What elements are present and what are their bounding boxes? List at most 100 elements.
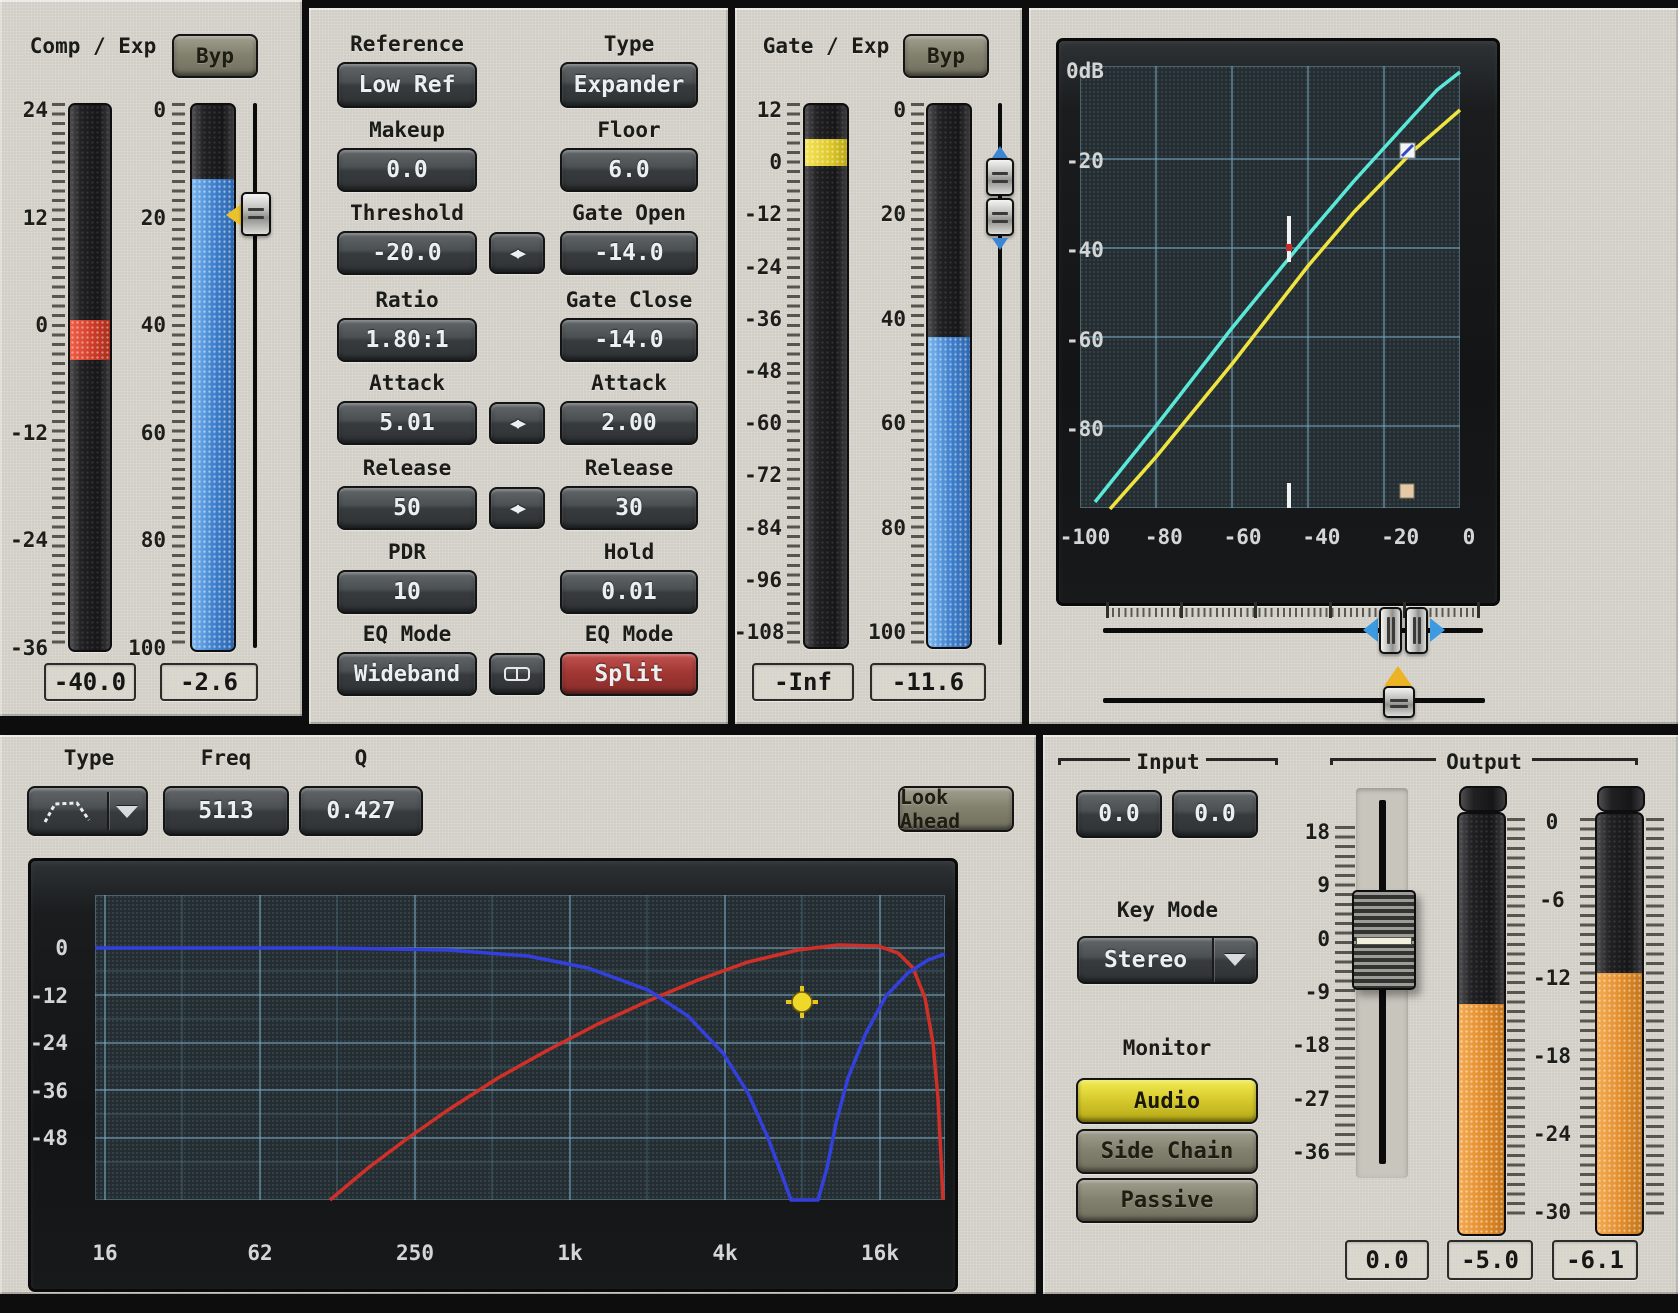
attack-link-button[interactable]: ◀▶	[489, 402, 545, 444]
meter-right-readout: -6.1	[1552, 1240, 1638, 1280]
transfer-curve-yellow	[1110, 110, 1460, 509]
transfer-x-labels: -100 -80 -60 -40 -20 0	[1056, 526, 1488, 552]
makeup-label: Makeup	[337, 118, 477, 142]
scale-label: -12	[4, 422, 48, 444]
fader-scale: 18 9 0 -9 -18 -27 -36	[1290, 821, 1330, 1163]
comp-threshold-rail[interactable]	[253, 103, 257, 648]
gate-attack-label: Attack	[560, 371, 698, 395]
fader-readout[interactable]: 0.0	[1345, 1240, 1429, 1280]
hold-value[interactable]: 0.01	[560, 570, 698, 614]
makeup-value[interactable]: 0.0	[337, 148, 477, 192]
axis-label: -36	[30, 1080, 68, 1102]
scale-label: -36	[4, 637, 48, 659]
reference-button[interactable]: Low Ref	[337, 62, 477, 108]
chevron-down-icon[interactable]	[116, 806, 138, 818]
gate-eq-mode-button[interactable]: Split	[560, 652, 698, 696]
gate-attack-value[interactable]: 2.00	[560, 401, 698, 445]
axis-label: -40	[1292, 526, 1350, 548]
scale-label: 0	[4, 314, 48, 336]
axis-label: -24	[30, 1032, 68, 1054]
scale-label: 40	[124, 314, 166, 336]
makeup-slider-handle[interactable]	[1383, 686, 1415, 718]
range-handle-right[interactable]	[1405, 607, 1428, 654]
scale-label: 80	[862, 517, 906, 539]
threshold-label: Threshold	[337, 201, 477, 225]
bandpass-filter-icon	[39, 794, 95, 828]
gate-open-value[interactable]: -14.0	[560, 231, 698, 275]
threshold-value[interactable]: -20.0	[337, 231, 477, 275]
threshold-marker-dot	[1286, 244, 1292, 251]
axis-label: 62	[230, 1242, 290, 1264]
eq-q-value[interactable]: 0.427	[299, 786, 423, 836]
scale-label: 0	[1526, 811, 1578, 833]
range-handle-left[interactable]	[1379, 607, 1402, 654]
gate-close-label: Gate Close	[556, 288, 702, 312]
scale-label: -72	[734, 464, 782, 486]
monitor-passive-button[interactable]: Passive	[1076, 1178, 1258, 1223]
threshold-link-button[interactable]: ◀▶	[489, 232, 545, 274]
pdr-value[interactable]: 10	[337, 570, 477, 614]
scale-label: 100	[124, 637, 166, 659]
eq-freq-value[interactable]: 5113	[163, 786, 289, 836]
gate-handle[interactable]	[1400, 484, 1414, 498]
comp-release-value[interactable]: 50	[337, 486, 477, 530]
comp-eq-mode-label: EQ Mode	[337, 622, 477, 646]
scale-label: -36	[734, 308, 782, 330]
controls-panel	[309, 8, 728, 724]
gate-open-meter	[926, 103, 972, 649]
release-link-button[interactable]: ◀▶	[489, 487, 545, 529]
input-bracket-left	[1058, 758, 1130, 765]
gate-release-value[interactable]: 30	[560, 486, 698, 530]
output-label: Output	[1438, 750, 1530, 774]
scale-label: 0	[124, 99, 166, 121]
floor-value[interactable]: 6.0	[560, 148, 698, 192]
eq-type-button[interactable]	[27, 786, 148, 836]
gate-close-slider[interactable]	[986, 198, 1014, 236]
axis-label: -60	[1214, 526, 1272, 548]
scale-label: 12	[734, 99, 782, 121]
monitor-side-chain-button[interactable]: Side Chain	[1076, 1129, 1258, 1174]
eq-graph	[28, 858, 958, 1292]
scale-label: -18	[1526, 1045, 1578, 1067]
range-left-arrow	[1363, 618, 1378, 642]
gate-bypass-button[interactable]: Byp	[903, 34, 989, 78]
output-bracket-left	[1330, 758, 1436, 765]
makeup-slider-arrow	[1384, 666, 1412, 686]
axis-label: -60	[1066, 329, 1116, 351]
type-button[interactable]: Expander	[560, 62, 698, 108]
input-right-value[interactable]: 0.0	[1172, 790, 1258, 838]
key-mode-dropdown[interactable]: Stereo	[1077, 936, 1258, 984]
scale-label: 40	[862, 308, 906, 330]
makeup-slider-track[interactable]	[1103, 698, 1485, 703]
output-meter-right	[1595, 812, 1644, 1236]
comp-attack-value[interactable]: 5.01	[337, 401, 477, 445]
eq-control-point[interactable]	[786, 986, 818, 1018]
axis-label: 4k	[695, 1242, 755, 1264]
comp-gr-scale: 24 12 0 -12 -24 -36	[4, 99, 48, 659]
monitor-audio-button[interactable]: Audio	[1076, 1078, 1258, 1124]
axis-label: -20	[1066, 150, 1116, 172]
gate-close-value[interactable]: -14.0	[560, 318, 698, 362]
chevron-down-icon[interactable]	[1224, 954, 1246, 966]
eq-mode-link-button[interactable]	[489, 653, 545, 695]
axis-label: 250	[385, 1242, 445, 1264]
scale-label: 18	[1290, 821, 1330, 843]
axis-label: 16	[75, 1242, 135, 1264]
meter-texture	[70, 105, 110, 650]
look-ahead-button[interactable]: Look Ahead	[898, 786, 1014, 832]
scale-label: 60	[124, 422, 166, 444]
tick-strip	[787, 103, 800, 645]
comp-bypass-button[interactable]: Byp	[172, 34, 258, 78]
scale-label: -18	[1290, 1034, 1330, 1056]
gate-open-slider[interactable]	[986, 158, 1014, 196]
eq-type-label: Type	[30, 746, 148, 770]
comp-threshold-slider[interactable]	[241, 192, 271, 236]
ratio-value[interactable]: 1.80:1	[337, 318, 477, 362]
axis-label: -80	[1066, 418, 1116, 440]
output-fader-handle[interactable]	[1352, 890, 1416, 990]
input-label: Input	[1132, 750, 1204, 774]
gate-lower-arrow	[992, 238, 1008, 250]
meter-left-cap	[1459, 786, 1507, 812]
input-left-value[interactable]: 0.0	[1076, 790, 1162, 838]
comp-eq-mode-button[interactable]: Wideband	[337, 652, 477, 696]
